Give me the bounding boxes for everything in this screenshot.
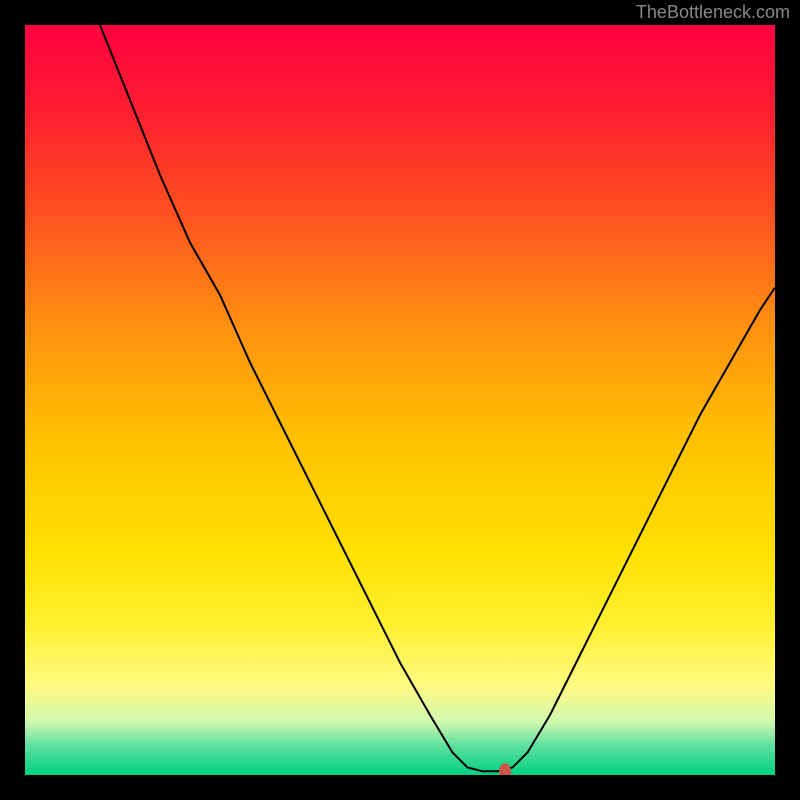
plot-border-right xyxy=(775,0,800,800)
chart-container: TheBottleneck.com xyxy=(0,0,800,800)
plot-border-bottom xyxy=(0,775,800,800)
watermark-text: TheBottleneck.com xyxy=(636,2,790,23)
plot-border-left xyxy=(0,0,25,800)
bottleneck-chart xyxy=(0,0,800,800)
